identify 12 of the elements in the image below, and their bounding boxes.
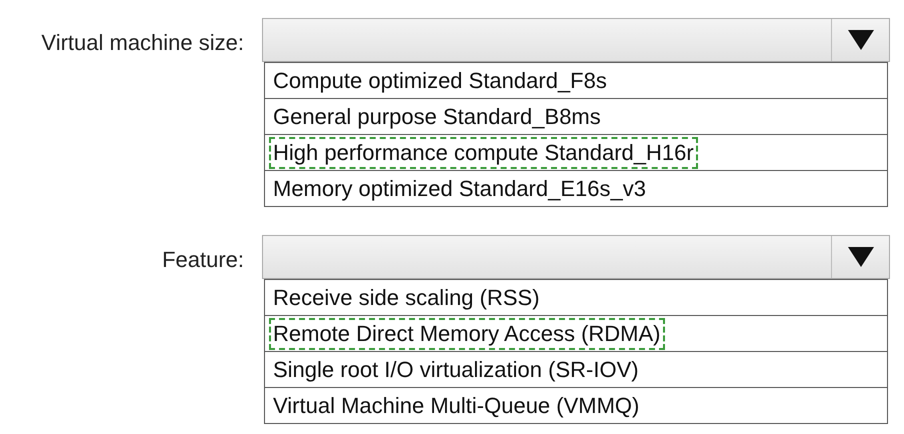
dropdown-label: Feature: <box>162 249 244 274</box>
caret-down-icon <box>848 247 874 267</box>
dropdown-option[interactable]: Memory optimized Standard_E16s_v3 <box>269 172 650 204</box>
dropdown-option[interactable]: Compute optimized Standard_F8s <box>269 64 611 96</box>
caret-down-icon <box>848 30 874 50</box>
dropdown-label: Virtual machine size: <box>41 32 244 57</box>
dropdown-option[interactable]: Single root I/O virtualization (SR-IOV) <box>269 354 643 386</box>
dropdown-option[interactable]: High performance compute Standard_H16r <box>269 136 698 168</box>
dropdown-option[interactable]: Receive side scaling (RSS) <box>269 282 544 314</box>
dropdown-option[interactable]: Virtual Machine Multi-Queue (VMMQ) <box>269 390 644 422</box>
dropdown-option[interactable]: Remote Direct Memory Access (RDMA) <box>269 318 665 350</box>
dropdown-option[interactable]: General purpose Standard_B8ms <box>269 100 605 132</box>
